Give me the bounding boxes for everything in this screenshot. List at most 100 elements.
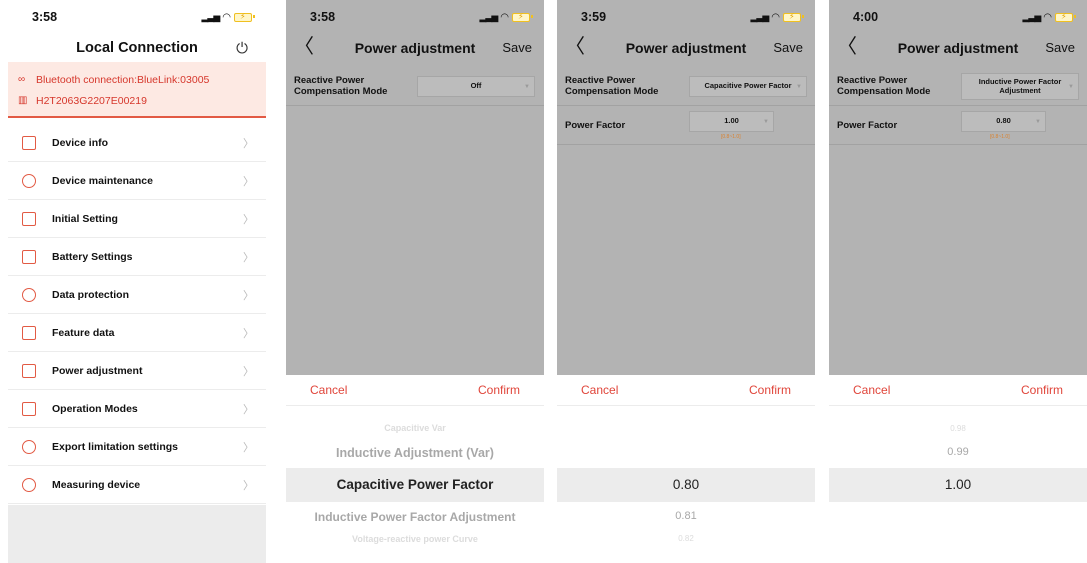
page-title: Power adjustment: [625, 39, 747, 56]
cancel-button[interactable]: Cancel: [581, 383, 618, 397]
status-icons: ▂▃▅ ◠ ⚡: [479, 11, 533, 23]
signal-icon: ▂▃▅: [201, 11, 221, 22]
picker-option-selected[interactable]: Capacitive Power Factor: [286, 468, 544, 502]
menu-item-data-protection[interactable]: Data protection 〉: [8, 276, 266, 314]
caret-down-icon: ▼: [1035, 119, 1041, 125]
mode-picker[interactable]: Capacitive Var Inductive Adjustment (Var…: [286, 406, 544, 563]
mode-label: Reactive Power Compensation Mode: [294, 75, 388, 97]
back-icon[interactable]: 〈: [837, 34, 857, 60]
signal-icon: ▂▃▅: [479, 11, 499, 22]
save-button[interactable]: Save: [502, 40, 532, 55]
chevron-right-icon: 〉: [243, 289, 254, 302]
confirm-button[interactable]: Confirm: [749, 383, 791, 397]
menu-item-device-info[interactable]: Device info 〉: [8, 124, 266, 162]
cancel-button[interactable]: Cancel: [853, 383, 890, 397]
picker-option-selected[interactable]: 1.00: [829, 468, 1087, 502]
power-factor-range: [0.8~1.0]: [990, 134, 1010, 140]
chevron-right-icon: 〉: [243, 213, 254, 226]
picker-option[interactable]: 0.81: [557, 510, 815, 522]
picker-option[interactable]: Inductive Adjustment (Var): [286, 446, 544, 460]
menu-item-measuring-device[interactable]: Measuring device 〉: [8, 466, 266, 504]
power-factor-picker[interactable]: 0.98 0.99 1.00: [829, 406, 1087, 563]
confirm-button[interactable]: Confirm: [1021, 383, 1063, 397]
cancel-button[interactable]: Cancel: [310, 383, 347, 397]
battery-icon: [22, 249, 36, 264]
menu-item-label: Initial Setting: [52, 212, 118, 225]
wifi-icon: ◠: [771, 11, 780, 23]
chevron-right-icon: 〉: [243, 137, 254, 150]
wifi-icon: ◠: [1043, 11, 1052, 23]
bluetooth-text: Bluetooth connection:BlueLink:03005: [36, 73, 210, 86]
nav-bar: 〈 Power adjustment Save: [286, 34, 544, 61]
status-bar: 3:58 ▂▃▅ ◠ ⚡: [8, 0, 266, 34]
chevron-right-icon: 〉: [243, 479, 254, 492]
save-button[interactable]: Save: [773, 40, 803, 55]
wifi-icon: ◠: [500, 11, 509, 23]
menu-item-label: Device maintenance: [52, 174, 153, 187]
power-factor-picker[interactable]: 0.80 0.81 0.82: [557, 406, 815, 563]
picker-option[interactable]: 0.99: [829, 446, 1087, 458]
save-button[interactable]: Save: [1045, 40, 1075, 55]
power-factor-label: Power Factor: [565, 119, 626, 131]
picker-actions: Cancel Confirm: [557, 375, 815, 406]
mode-value: Off: [470, 81, 482, 91]
mode-field: Reactive Power Compensation Mode Off ▼: [286, 67, 544, 106]
caret-down-icon: ▼: [763, 119, 769, 125]
page-title: Power adjustment: [897, 39, 1019, 56]
menu-item-export-limitation[interactable]: Export limitation settings 〉: [8, 428, 266, 466]
briefcase-icon: [22, 325, 36, 340]
menu-item-battery-settings[interactable]: Battery Settings 〉: [8, 238, 266, 276]
power-factor-select[interactable]: 1.00 ▼: [689, 111, 774, 132]
back-icon[interactable]: 〈: [294, 34, 314, 60]
mode-label: Reactive Power Compensation Mode: [565, 75, 659, 97]
menu-item-label: Operation Modes: [52, 402, 138, 415]
menu-item-feature-data[interactable]: Feature data 〉: [8, 314, 266, 352]
picker-actions: Cancel Confirm: [286, 375, 544, 406]
mode-select[interactable]: Off ▼: [417, 76, 535, 97]
menu-item-device-maintenance[interactable]: Device maintenance 〉: [8, 162, 266, 200]
power-adjustment-screen-capacitive: 3:59 ▂▃▅ ◠ ⚡ 〈 Power adjustment Save React…: [557, 0, 815, 563]
gauge-icon: [22, 477, 36, 492]
power-adjustment-screen-inductive: 4:00 ▂▃▅ ◠ ⚡ 〈 Power adjustment Save React…: [829, 0, 1087, 563]
battery-status-icon: ⚡: [783, 12, 804, 22]
menu-item-power-adjustment[interactable]: Power adjustment 〉: [8, 352, 266, 390]
page-title: Local Connection: [76, 40, 198, 56]
nav-bar: 〈 Power adjustment Save: [557, 34, 815, 61]
chevron-right-icon: 〉: [243, 175, 254, 188]
link-icon: ∞: [18, 74, 26, 85]
menu-item-operation-modes[interactable]: Operation Modes 〉: [8, 390, 266, 428]
status-icons: ▂▃▅ ◠ ⚡: [201, 11, 255, 23]
info-icon: [22, 439, 36, 454]
power-factor-value: 0.80: [996, 116, 1011, 126]
dimmed-content: 3:58 ▂▃▅ ◠ ⚡ 〈 Power adjustment Save React…: [286, 0, 544, 375]
mode-value: Capacitive Power Factor: [704, 81, 792, 91]
caret-down-icon: ▼: [524, 84, 530, 90]
image-icon: [22, 401, 36, 416]
menu-item-initial-setting[interactable]: Initial Setting 〉: [8, 200, 266, 238]
serial-text: H2T2063G2207E00219: [36, 94, 147, 107]
picker-option[interactable]: Voltage-reactive power Curve: [286, 534, 544, 544]
back-icon[interactable]: 〈: [565, 34, 585, 60]
mode-select[interactable]: Capacitive Power Factor ▼: [689, 76, 807, 97]
picker-option[interactable]: 0.98: [829, 424, 1087, 433]
picker-option-selected[interactable]: 0.80: [557, 468, 815, 502]
dimmed-content: 3:59 ▂▃▅ ◠ ⚡ 〈 Power adjustment Save React…: [557, 0, 815, 375]
picker-option[interactable]: Capacitive Var: [286, 423, 544, 433]
power-factor-range: [0.8~1.0]: [721, 134, 741, 140]
signal-icon: ▂▃▅: [750, 11, 770, 22]
power-icon[interactable]: ⏻: [232, 38, 252, 58]
menu-item-label: Measuring device: [52, 478, 141, 491]
chevron-right-icon: 〉: [243, 365, 254, 378]
menu-item-label: Power adjustment: [52, 364, 143, 377]
power-factor-select[interactable]: 0.80 ▼: [961, 111, 1046, 132]
picker-option[interactable]: 0.82: [557, 534, 815, 543]
mode-field: Reactive Power Compensation Mode Capacit…: [557, 67, 815, 106]
confirm-button[interactable]: Confirm: [478, 383, 520, 397]
caret-down-icon: ▼: [796, 84, 802, 90]
mode-select[interactable]: Inductive Power Factor Adjustment ▼: [961, 73, 1079, 100]
document-icon: [22, 135, 36, 150]
status-icons: ▂▃▅ ◠ ⚡: [750, 11, 804, 23]
footer-area: [8, 505, 266, 563]
wifi-icon: ◠: [222, 11, 231, 23]
picker-option[interactable]: Inductive Power Factor Adjustment: [286, 510, 544, 524]
